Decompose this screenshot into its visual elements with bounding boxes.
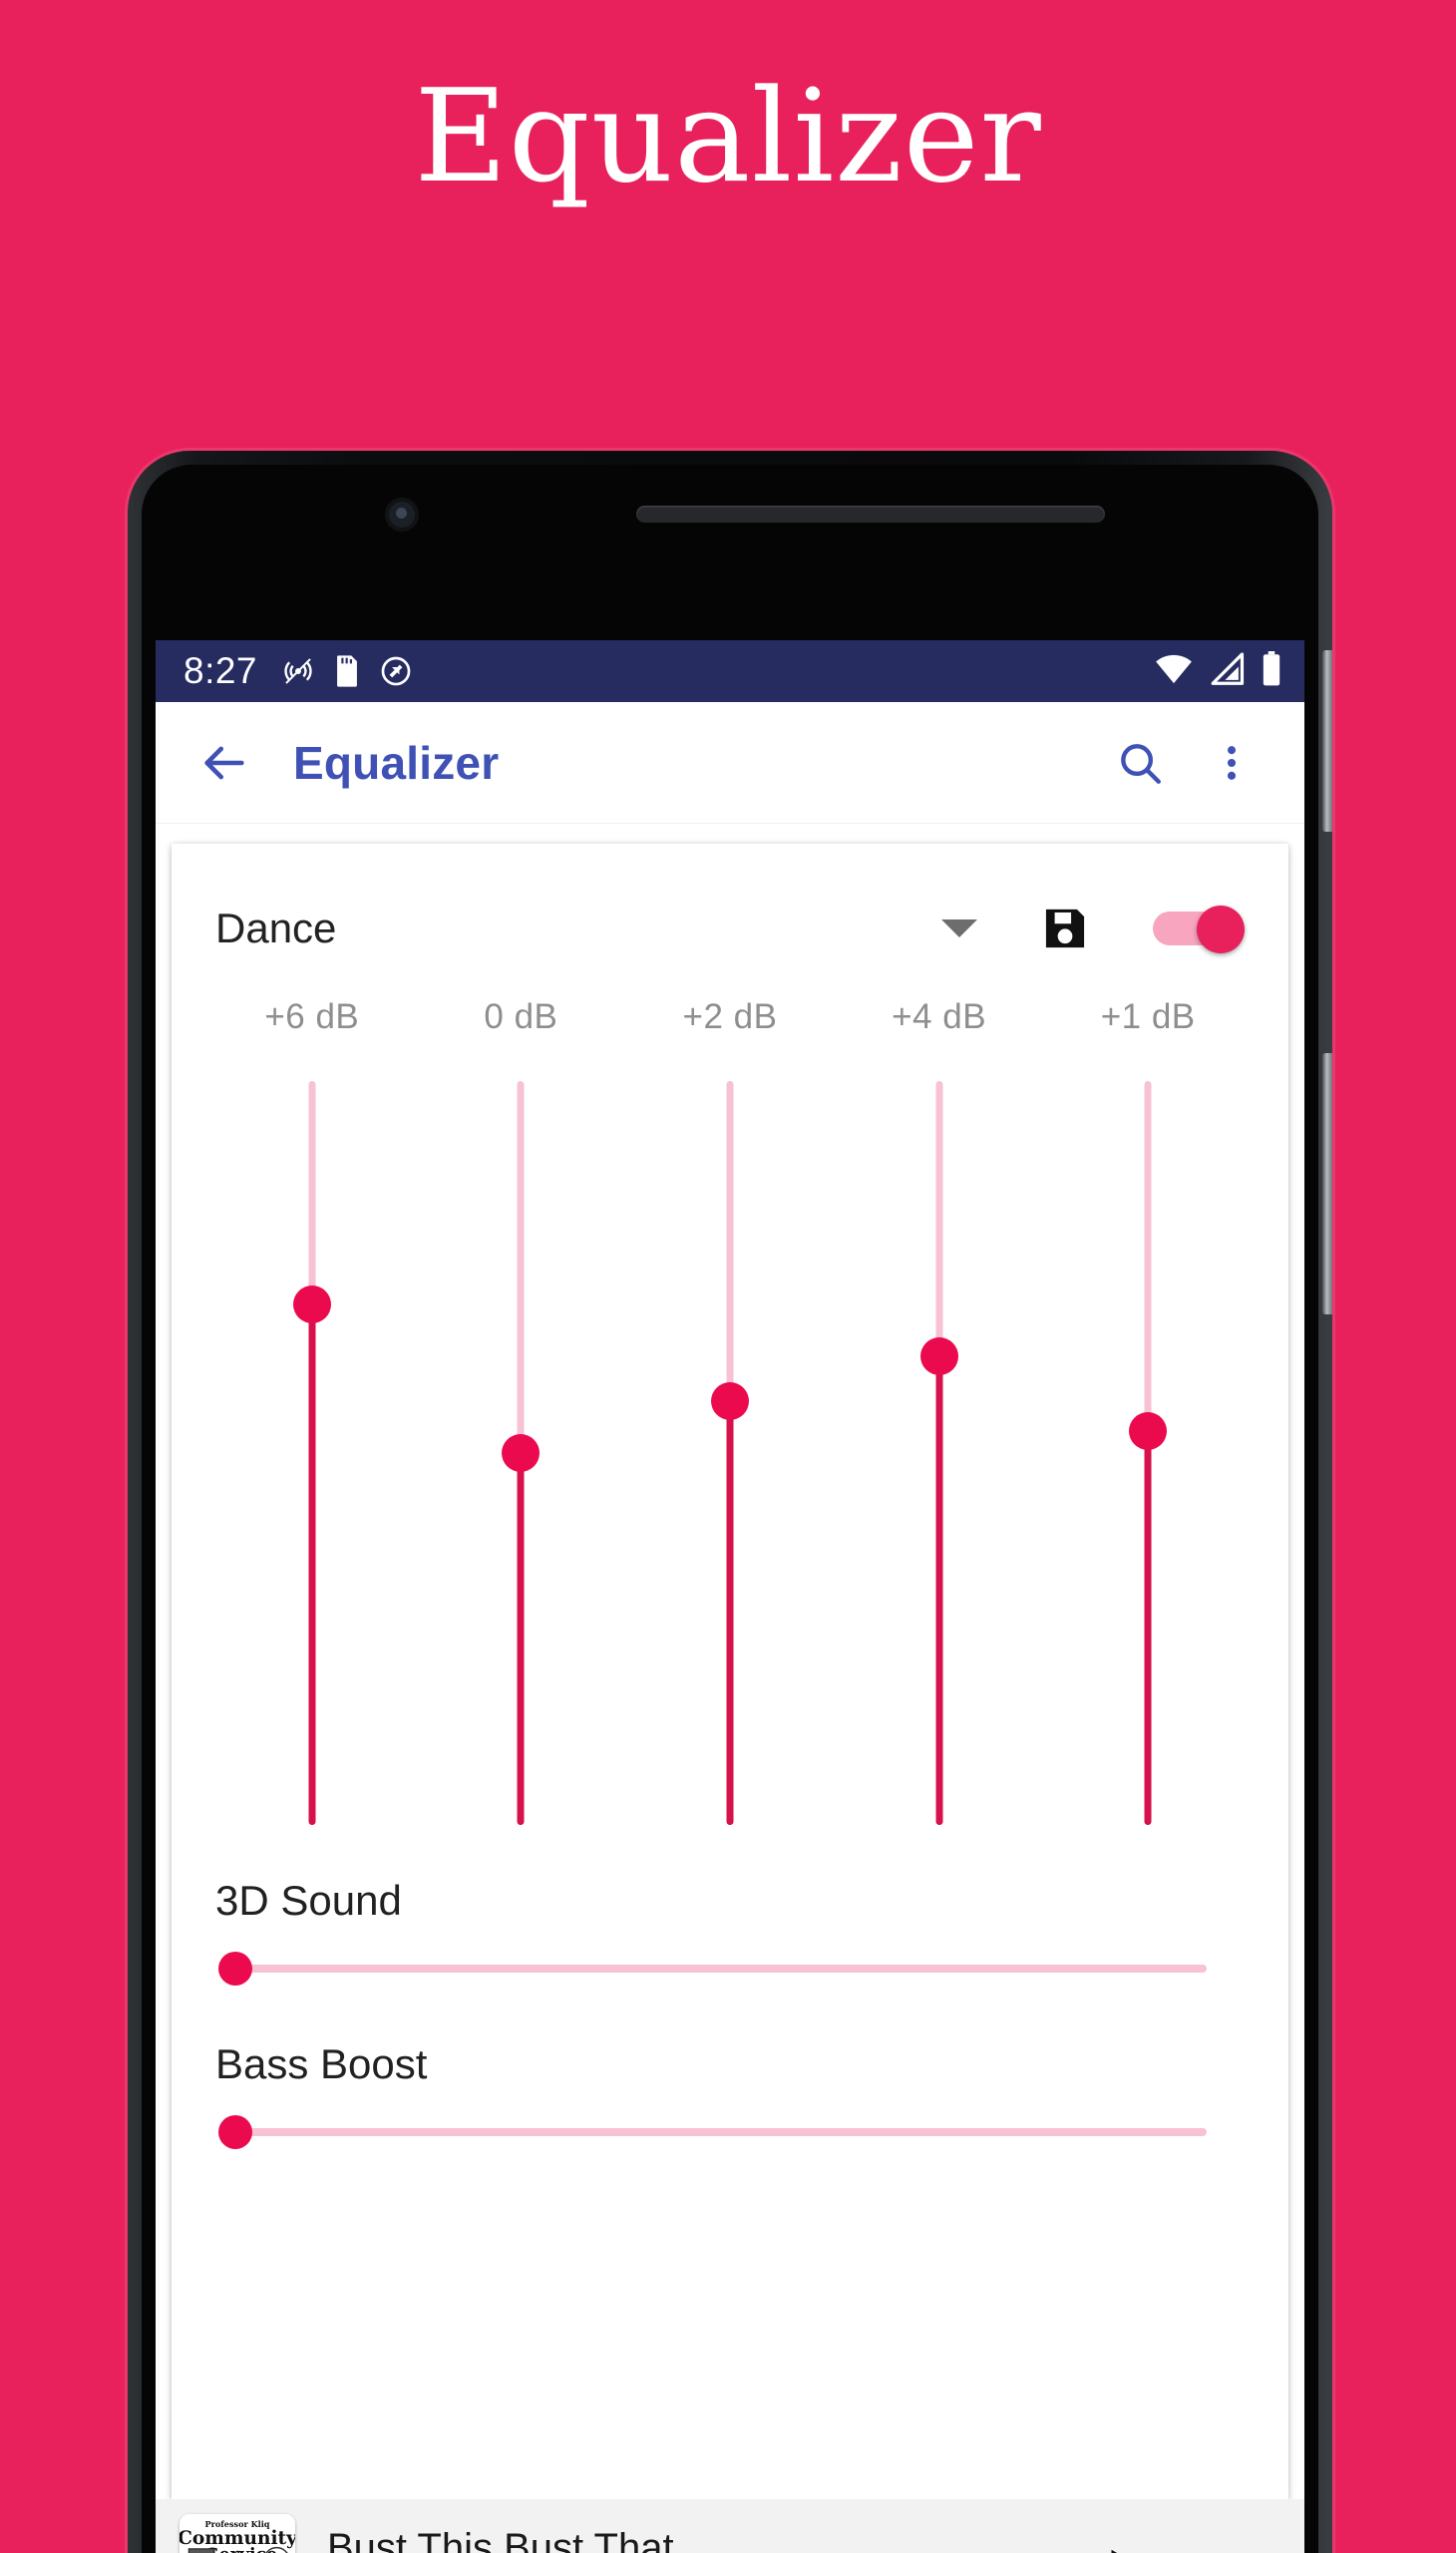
status-bar: 8:27 <box>156 640 1304 702</box>
band-slider-thumb[interactable] <box>502 1434 541 1472</box>
effect-label: 3D Sound <box>215 1877 402 1924</box>
band-label: +2 dB <box>682 997 778 1036</box>
sd-card-icon <box>332 654 362 688</box>
cell-signal-icon <box>1209 651 1247 691</box>
effect-slider-thumb[interactable] <box>218 1952 252 1986</box>
do-not-disturb-icon <box>379 654 413 688</box>
effect-slider[interactable] <box>215 2114 1245 2150</box>
effect-slider-track <box>235 2128 1207 2136</box>
band-slider-fill <box>1144 1430 1152 1825</box>
band-slider-fill <box>517 1453 525 1825</box>
band-label: +4 dB <box>892 997 987 1036</box>
band-slider-fill <box>726 1400 734 1825</box>
search-icon[interactable] <box>1107 730 1173 796</box>
status-clock: 8:27 <box>183 650 258 691</box>
toggle-thumb <box>1197 906 1245 953</box>
effect-label: Bass Boost <box>215 2040 428 2087</box>
app-bar-title: Equalizer <box>293 736 500 789</box>
status-bar-right-icons <box>1153 650 1282 692</box>
preset-select-value[interactable]: Dance <box>215 905 336 952</box>
band-slider[interactable] <box>625 1081 835 1825</box>
effect-sliders: 3D Sound Bass Boost <box>172 1825 1288 2150</box>
back-button[interactable] <box>191 730 257 796</box>
volume-button[interactable] <box>1322 1053 1332 1314</box>
band-label: 0 dB <box>484 997 558 1036</box>
band-slider-thumb[interactable] <box>710 1381 749 1420</box>
nfc-icon <box>281 654 315 688</box>
power-button[interactable] <box>1322 650 1332 832</box>
band-slider-fill <box>308 1303 316 1825</box>
band-value-labels: +6 dB 0 dB +2 dB +4 dB +1 dB <box>172 967 1288 1037</box>
now-playing-bar[interactable]: Professor Kliq Community Service <box>156 2499 1304 2553</box>
page-title: Equalizer <box>414 63 1042 211</box>
album-art[interactable]: Professor Kliq Community Service <box>180 2514 295 2553</box>
equalizer-enable-toggle[interactable] <box>1153 906 1245 953</box>
more-vertical-icon[interactable] <box>1199 730 1265 796</box>
phone-screen: 8:27 Equalizer Dance +6 dB 0 dB +2 dB +4… <box>156 640 1304 2553</box>
wifi-icon <box>1153 652 1195 691</box>
preset-row: Dance <box>172 844 1288 967</box>
band-slider-thumb[interactable] <box>292 1284 331 1323</box>
band-label: +1 dB <box>1100 997 1196 1036</box>
track-meta: Bust This Bust That Professor Kliq <box>327 2526 967 2553</box>
next-track-button[interactable] <box>1217 2545 1271 2553</box>
phone-device-frame: 8:27 Equalizer Dance +6 dB 0 dB +2 dB +4… <box>128 451 1332 2553</box>
app-bar: Equalizer <box>156 702 1304 824</box>
transport-controls <box>987 2542 1271 2553</box>
chevron-down-icon[interactable] <box>941 919 977 937</box>
front-camera-icon <box>385 498 419 532</box>
earpiece-speaker <box>636 506 1105 523</box>
effect-slider[interactable] <box>215 1951 1245 1987</box>
battery-icon <box>1261 650 1282 692</box>
band-slider[interactable] <box>417 1081 626 1825</box>
band-slider[interactable] <box>207 1081 417 1825</box>
equalizer-card: Dance +6 dB 0 dB +2 dB +4 dB +1 dB 3D So… <box>172 844 1288 2499</box>
band-label: +6 dB <box>264 997 360 1036</box>
band-slider[interactable] <box>835 1081 1044 1825</box>
band-slider-thumb[interactable] <box>1129 1411 1168 1450</box>
effect-slider-thumb[interactable] <box>218 2115 252 2149</box>
play-button[interactable] <box>1099 2542 1159 2553</box>
band-slider-thumb[interactable] <box>919 1337 958 1376</box>
save-icon[interactable] <box>1039 903 1091 954</box>
previous-track-button[interactable] <box>987 2545 1041 2553</box>
band-slider-fill <box>935 1356 943 1825</box>
track-title: Bust This Bust That <box>327 2525 674 2553</box>
band-sliders <box>172 1037 1288 1825</box>
band-slider[interactable] <box>1043 1081 1253 1825</box>
effect-slider-track <box>235 1965 1207 1973</box>
